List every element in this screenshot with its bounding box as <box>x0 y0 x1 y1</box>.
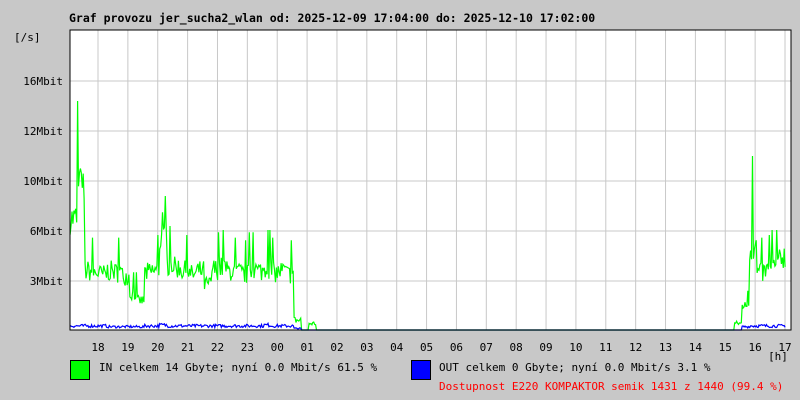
x-tick-label: 01 <box>300 341 313 354</box>
x-tick-label: 11 <box>599 341 612 354</box>
x-tick-label: 05 <box>420 341 433 354</box>
legend-out-text: OUT celkem 0 Gbyte; nyní 0.0 Mbit/s 3.1 … <box>439 361 711 374</box>
x-tick-label: 10 <box>569 341 582 354</box>
legend-in-text: IN celkem 14 Gbyte; nyní 0.0 Mbit/s 61.5… <box>99 361 378 374</box>
x-tick-label: 00 <box>271 341 284 354</box>
x-tick-label: 12 <box>629 341 642 354</box>
traffic-chart: 18 19 20 21 22 23 00 01 02 03 04 05 06 07 08 09 10 11 12 13… <box>23 29 792 363</box>
x-tick-label: 16 <box>749 341 762 354</box>
x-tick-label: 21 <box>181 341 194 354</box>
x-tick-label: 08 <box>510 341 523 354</box>
x-tick-label: 09 <box>539 341 552 354</box>
x-tick-label: 19 <box>121 341 134 354</box>
legend-out-swatch <box>411 360 431 380</box>
x-tick-label: 07 <box>480 341 493 354</box>
y-tick-label: 10Mbit <box>23 175 63 188</box>
y-tick-label: 16Mbit <box>23 75 63 88</box>
x-tick-label: 13 <box>659 341 672 354</box>
x-axis-unit: [h] <box>768 350 788 363</box>
x-tick-label: 03 <box>360 341 373 354</box>
x-tick-label: 18 <box>91 341 104 354</box>
x-tick-label: 22 <box>211 341 224 354</box>
x-tick-label: 23 <box>241 341 254 354</box>
y-tick-label: 12Mbit <box>23 125 63 138</box>
x-tick-label: 02 <box>330 341 343 354</box>
x-tick-label: 20 <box>151 341 164 354</box>
legend-in-swatch <box>70 360 90 380</box>
x-tick-label: 04 <box>390 341 404 354</box>
y-tick-label: 3Mbit <box>30 275 63 288</box>
plot-area <box>70 30 791 330</box>
y-tick-label: 6Mbit <box>30 225 63 238</box>
x-tick-label: 14 <box>689 341 703 354</box>
x-tick-label: 15 <box>719 341 732 354</box>
availability-text: Dostupnost E220 KOMPAKTOR semik 1431 z 1… <box>439 380 784 393</box>
x-tick-label: 06 <box>450 341 463 354</box>
